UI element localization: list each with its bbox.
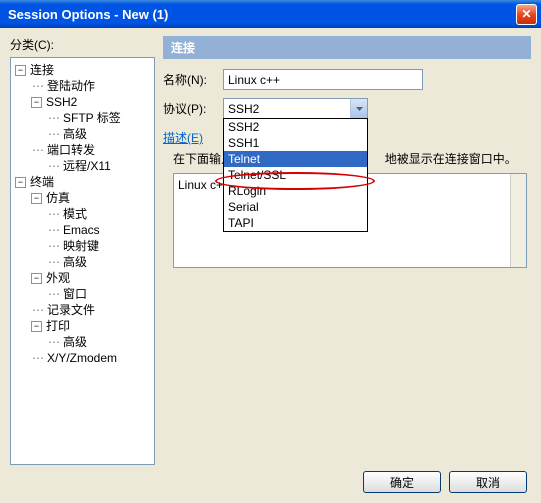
tree-item-label: 登陆动作 — [47, 78, 95, 94]
section-header: 连接 — [163, 36, 531, 59]
ok-button[interactable]: 确定 — [363, 471, 441, 493]
protocol-option[interactable]: SSH2 — [224, 119, 367, 135]
tree-leaf-icon: ⋯ — [47, 110, 61, 126]
tree-item[interactable]: ⋯映射键 — [15, 238, 150, 254]
titlebar: Session Options - New (1) ✕ — [0, 0, 541, 28]
protocol-dropdown-list[interactable]: SSH2SSH1TelnetTelnet/SSLRLoginSerialTAPI — [223, 118, 368, 232]
tree-item-label: 高级 — [63, 334, 87, 350]
category-label: 分类(C): — [10, 36, 155, 53]
tree-leaf-icon: ⋯ — [47, 286, 61, 302]
description-label[interactable]: 描述(E) — [163, 129, 203, 146]
name-input[interactable] — [223, 69, 423, 90]
protocol-option[interactable]: Serial — [224, 199, 367, 215]
tree-item[interactable]: ⋯窗口 — [15, 286, 150, 302]
tree-item-label: Emacs — [63, 222, 100, 238]
tree-item-label: SFTP 标签 — [63, 110, 121, 126]
tree-toggle-icon[interactable]: − — [31, 273, 42, 284]
tree-item[interactable]: ⋯SFTP 标签 — [15, 110, 150, 126]
protocol-combo[interactable]: SSH2 SSH2SSH1TelnetTelnet/SSLRLoginSeria… — [223, 98, 368, 119]
tree-item[interactable]: ⋯高级 — [15, 254, 150, 270]
tree-item-label: 仿真 — [46, 190, 70, 206]
content-area: 分类(C): −连接⋯登陆动作−SSH2⋯SFTP 标签⋯高级⋯端口转发⋯远程/… — [0, 28, 541, 465]
tree-item[interactable]: ⋯Emacs — [15, 222, 150, 238]
tree-item-label: 远程/X11 — [63, 158, 111, 174]
sidebar: 分类(C): −连接⋯登陆动作−SSH2⋯SFTP 标签⋯高级⋯端口转发⋯远程/… — [10, 36, 155, 465]
protocol-option[interactable]: TAPI — [224, 215, 367, 231]
tree-leaf-icon: ⋯ — [47, 158, 61, 174]
tree-item[interactable]: ⋯高级 — [15, 334, 150, 350]
protocol-option[interactable]: SSH1 — [224, 135, 367, 151]
tree-item-label: 映射键 — [63, 238, 99, 254]
protocol-selected: SSH2 — [224, 102, 350, 116]
tree-leaf-icon: ⋯ — [31, 350, 45, 366]
tree-leaf-icon: ⋯ — [47, 254, 61, 270]
name-row: 名称(N): — [163, 69, 531, 90]
tree-item-label: SSH2 — [46, 94, 77, 110]
tree-item-label: 模式 — [63, 206, 87, 222]
tree-item[interactable]: ⋯高级 — [15, 126, 150, 142]
tree-item[interactable]: ⋯登陆动作 — [15, 78, 150, 94]
tree-leaf-icon: ⋯ — [47, 334, 61, 350]
tree-toggle-icon[interactable]: − — [31, 321, 42, 332]
tree-item-label: 记录文件 — [47, 302, 95, 318]
window-title: Session Options - New (1) — [8, 7, 516, 22]
tree-item-label: 外观 — [46, 270, 70, 286]
protocol-option[interactable]: RLogin — [224, 183, 367, 199]
tree-leaf-icon: ⋯ — [47, 206, 61, 222]
tree-leaf-icon: ⋯ — [47, 126, 61, 142]
tree-leaf-icon: ⋯ — [47, 222, 61, 238]
tree-item[interactable]: −打印 — [15, 318, 150, 334]
tree-item[interactable]: −仿真 — [15, 190, 150, 206]
tree-leaf-icon: ⋯ — [47, 238, 61, 254]
tree-item-label: X/Y/Zmodem — [47, 350, 117, 366]
tree-item[interactable]: −SSH2 — [15, 94, 150, 110]
close-button[interactable]: ✕ — [516, 4, 537, 25]
protocol-label: 协议(P): — [163, 100, 223, 117]
footer: 确定 取消 — [0, 465, 541, 499]
tree-item[interactable]: −终端 — [15, 174, 150, 190]
protocol-display[interactable]: SSH2 — [223, 98, 368, 119]
dropdown-arrow-icon[interactable] — [350, 99, 367, 118]
tree-item-label: 高级 — [63, 254, 87, 270]
tree-item-label: 打印 — [46, 318, 70, 334]
tree-item[interactable]: ⋯模式 — [15, 206, 150, 222]
tree-item[interactable]: ⋯远程/X11 — [15, 158, 150, 174]
tree-item[interactable]: ⋯端口转发 — [15, 142, 150, 158]
tree-leaf-icon: ⋯ — [31, 78, 45, 94]
main-panel: 连接 名称(N): 协议(P): SSH2 SSH2SSH1TelnetTeln… — [163, 36, 531, 465]
tree-toggle-icon[interactable]: − — [15, 177, 26, 188]
cancel-button[interactable]: 取消 — [449, 471, 527, 493]
tree-item[interactable]: −外观 — [15, 270, 150, 286]
protocol-row: 协议(P): SSH2 SSH2SSH1TelnetTelnet/SSLRLog… — [163, 98, 531, 119]
tree-item-label: 高级 — [63, 126, 87, 142]
tree-item-label: 端口转发 — [47, 142, 95, 158]
tree-toggle-icon[interactable]: − — [31, 97, 42, 108]
tree-item[interactable]: ⋯X/Y/Zmodem — [15, 350, 150, 366]
tree-item-label: 窗口 — [63, 286, 87, 302]
tree-item[interactable]: −连接 — [15, 62, 150, 78]
protocol-option[interactable]: Telnet — [224, 151, 367, 167]
tree-item-label: 连接 — [30, 62, 54, 78]
category-tree[interactable]: −连接⋯登陆动作−SSH2⋯SFTP 标签⋯高级⋯端口转发⋯远程/X11−终端−… — [10, 57, 155, 465]
close-icon: ✕ — [521, 7, 531, 21]
protocol-option[interactable]: Telnet/SSL — [224, 167, 367, 183]
tree-toggle-icon[interactable]: − — [31, 193, 42, 204]
name-label: 名称(N): — [163, 71, 223, 88]
tree-leaf-icon: ⋯ — [31, 142, 45, 158]
tree-toggle-icon[interactable]: − — [15, 65, 26, 76]
tree-item-label: 终端 — [30, 174, 54, 190]
tree-leaf-icon: ⋯ — [31, 302, 45, 318]
textarea-scrollbar[interactable] — [510, 174, 526, 267]
tree-item[interactable]: ⋯记录文件 — [15, 302, 150, 318]
